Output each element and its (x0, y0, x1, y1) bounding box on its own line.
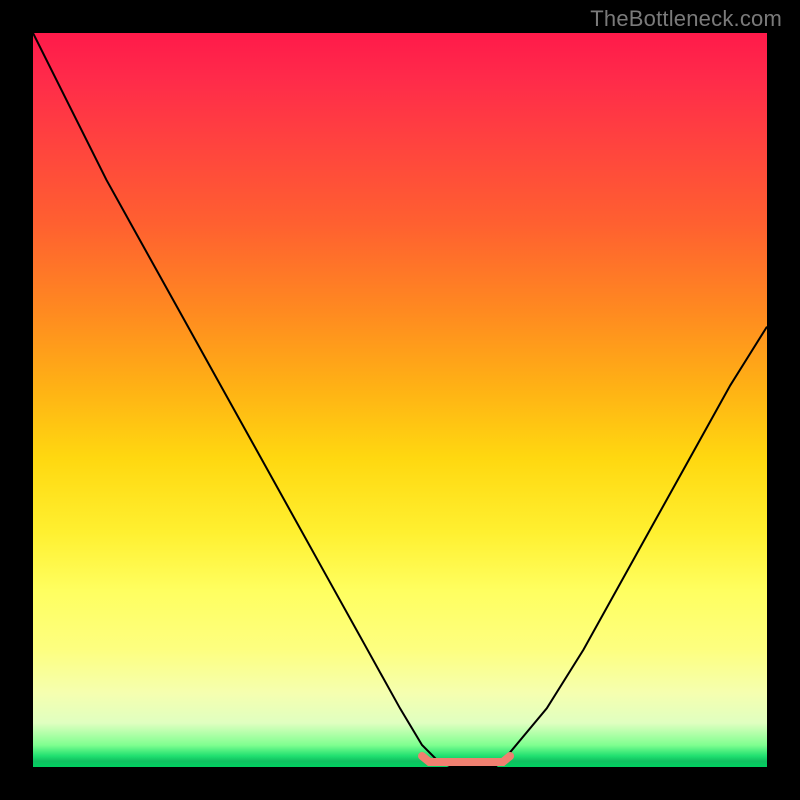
chart-svg (33, 33, 767, 767)
bottleneck-curve (33, 33, 767, 767)
plot-area (33, 33, 767, 767)
chart-container: TheBottleneck.com (0, 0, 800, 800)
watermark-text: TheBottleneck.com (590, 6, 782, 32)
